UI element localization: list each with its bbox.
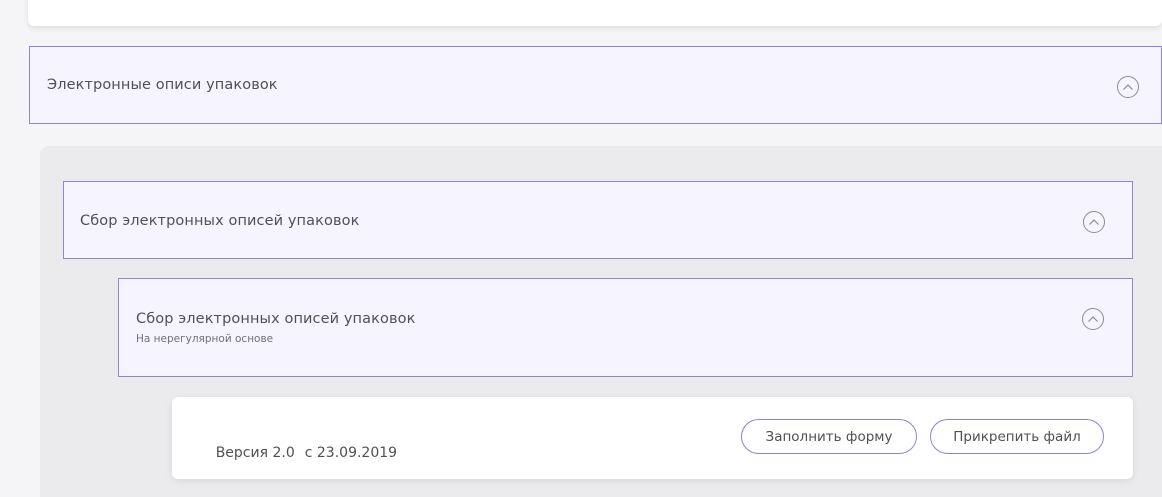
accordion-title: Сбор электронных описей упаковок <box>80 213 360 229</box>
accordion-electronic-inventories[interactable]: Электронные описи упаковок <box>29 46 1162 124</box>
fill-form-button[interactable]: Заполнить форму <box>741 419 917 454</box>
form-frequency: На нерегулярной основе <box>136 333 274 345</box>
attach-file-button[interactable]: Прикрепить файл <box>930 419 1104 454</box>
collapse-toggle-icon[interactable] <box>1117 76 1139 98</box>
accordion-collection-group[interactable]: Сбор электронных описей упаковок <box>63 181 1133 259</box>
version-label: Версия 2.0 <box>215 445 295 461</box>
accordion-title: Электронные описи упаковок <box>47 77 278 93</box>
version-date: с 23.09.2019 <box>304 445 398 461</box>
accordion-collection-form[interactable]: Сбор электронных описей упаковок На нере… <box>118 278 1133 377</box>
version-info: Версия 2.0 с 23.09.2019 <box>189 429 397 477</box>
version-card: Версия 2.0 с 23.09.2019 Заполнить форму П… <box>172 397 1133 479</box>
form-title: Сбор электронных описей упаковок <box>136 311 416 327</box>
collapse-toggle-icon[interactable] <box>1082 308 1104 330</box>
top-card <box>28 0 1162 26</box>
page: Электронные описи упаковок Сбор электрон… <box>0 0 1162 497</box>
collapse-toggle-icon[interactable] <box>1083 211 1105 233</box>
